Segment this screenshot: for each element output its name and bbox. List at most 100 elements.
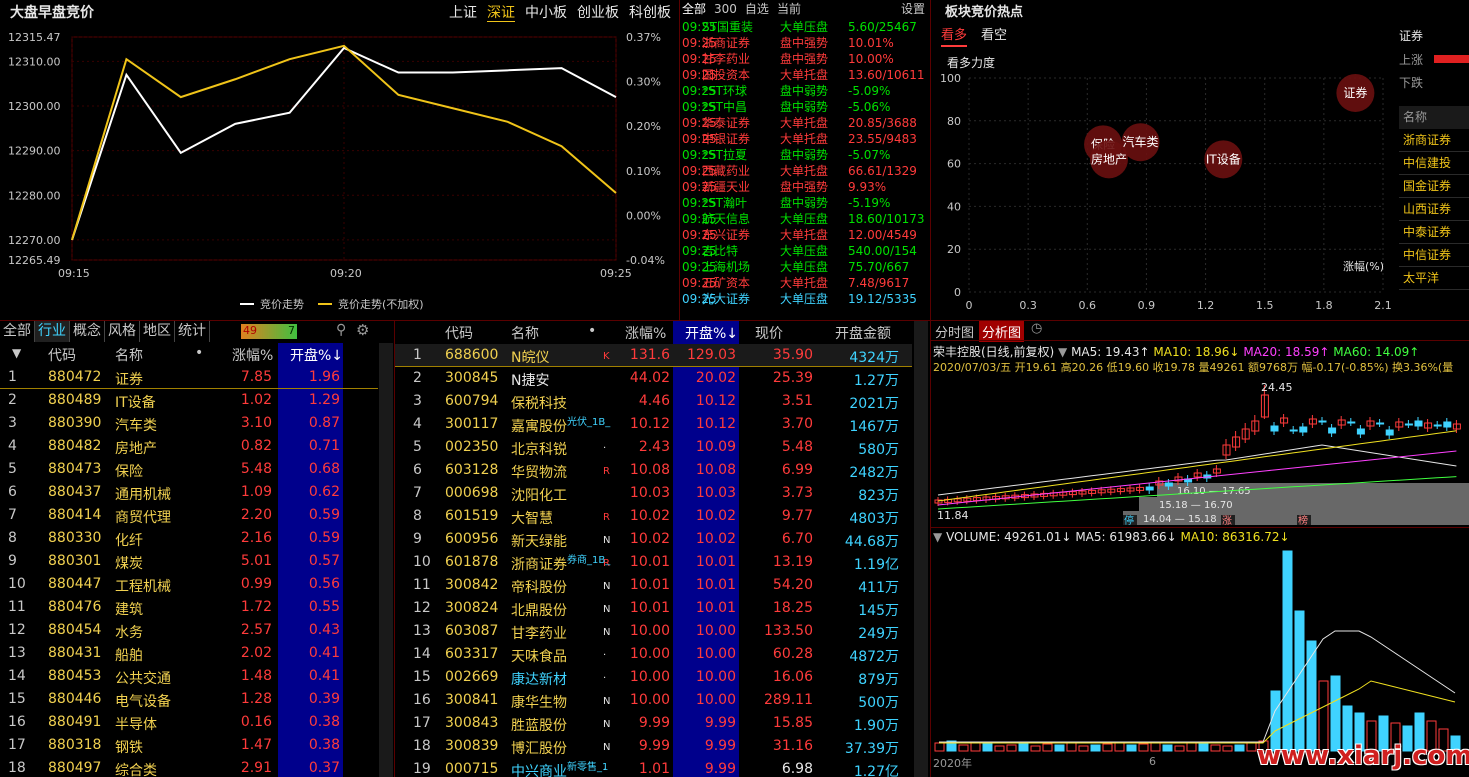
tab-analysis[interactable]: 分析图 [979,321,1025,342]
collapse-icon[interactable]: ▼ [933,530,942,544]
side-item[interactable]: 国金证券 [1399,175,1469,198]
sector-row[interactable]: 1 880472 证券 7.85 1.96 [0,366,378,389]
stock-col-header[interactable]: 代码 [445,323,473,343]
bubble[interactable]: 房地产 [1089,140,1128,179]
stock-col-header[interactable]: 涨幅% [625,323,666,343]
event-row[interactable]: 09:25 上海机场 大单压盘 75.70/667 [682,259,927,275]
sector-row[interactable]: 3 880390 汽车类 3.10 0.87 [0,412,378,435]
stock-row[interactable]: 14 603317 天味食品 · 10.00 10.00 60.28 4872万 [395,643,912,666]
event-tab-2[interactable]: 自选 [745,2,769,16]
side-item[interactable]: 中泰证券 [1399,221,1469,244]
sector-row[interactable]: 7 880414 商贸代理 2.20 0.59 [0,504,378,527]
sector-row[interactable]: 13 880431 船舶 2.02 0.41 [0,642,378,665]
sector-row[interactable]: 12 880454 水务 2.57 0.43 [0,619,378,642]
stock-row[interactable]: 6 603128 华贸物流 R 10.08 10.08 6.99 2482万 [395,459,912,482]
auction-tab-3[interactable]: 创业板 [577,5,619,21]
auction-tab-4[interactable]: 科创板 [629,5,671,21]
sector-row[interactable]: 10 880447 工程机械 0.99 0.56 [0,573,378,596]
event-row[interactable]: 09:25 *ST中昌 盘中弱势 -5.06% [682,99,927,115]
sector-tab-1[interactable]: 行业 [35,321,70,342]
stock-row[interactable]: 10 601878 浙商证券 R 10.01 10.01 13.19 1.19亿 券商_1B_ [395,551,912,574]
stock-col-header[interactable]: 开盘金额 [835,323,891,343]
stock-row[interactable]: 4 300117 嘉寓股份 10.12 10.12 3.70 1467万 光伏_1B_ [395,413,912,436]
sector-row[interactable]: 9 880301 煤炭 5.01 0.57 [0,550,378,573]
collapse-icon[interactable]: ▼ [1058,345,1067,359]
event-row[interactable]: 09:25 五矿资本 大单托盘 7.48/9617 [682,275,927,291]
stock-row[interactable]: 18 300839 博汇股份 N 9.99 9.99 31.16 37.39万 [395,735,912,758]
sector-tab-2[interactable]: 概念 [70,321,105,342]
event-row[interactable]: 09:25 西藏药业 大单托盘 66.61/1329 [682,163,927,179]
tab-timeshare[interactable]: 分时图 [935,322,974,341]
event-row[interactable]: 09:25 浙商证券 盘中强势 10.01% [682,35,927,51]
event-row[interactable]: 09:25 甘李药业 盘中强势 10.00% [682,51,927,67]
event-tab-1[interactable]: 300 [714,2,737,16]
sector-row[interactable]: 6 880437 通用机械 1.09 0.62 [0,481,378,504]
sector-col-header[interactable]: • [195,345,203,361]
stock-row[interactable]: 8 601519 大智慧 R 10.02 10.02 9.77 4803万 [395,505,912,528]
tab-bull[interactable]: 看多 [941,24,968,47]
stock-row[interactable]: 15 002669 康达新材 · 10.00 10.00 16.06 879万 [395,666,912,689]
side-item[interactable]: 浙商证券 [1399,129,1469,152]
event-tab-3[interactable]: 当前 [777,2,801,16]
sector-row[interactable]: 15 880446 电气设备 1.28 0.39 [0,688,378,711]
stock-col-header[interactable]: 现价 [755,323,783,343]
stock-row[interactable]: 12 300824 北鼎股份 N 10.01 10.01 18.25 145万 [395,597,912,620]
sector-col-header[interactable]: 开盘%↓ [290,345,343,365]
event-row[interactable]: 09:25 中银证券 大单托盘 23.55/9483 [682,131,927,147]
sector-row[interactable]: 5 880473 保险 5.48 0.68 [0,458,378,481]
tab-bear[interactable]: 看空 [981,24,1007,43]
side-item[interactable]: 中信建投 [1399,152,1469,175]
side-item[interactable]: 太平洋 [1399,267,1469,290]
event-row[interactable]: 09:25 光大证券 大单压盘 19.12/5335 [682,291,927,307]
bubble[interactable]: 证券 [1336,73,1375,112]
scrollbar[interactable] [379,343,393,777]
stock-col-header[interactable]: 名称 [511,323,539,343]
stock-row[interactable]: 13 603087 甘李药业 N 10.00 10.00 133.50 249万 [395,620,912,643]
event-row[interactable]: 09:25 航天信息 大单压盘 18.60/10173 [682,211,927,227]
stock-col-header[interactable]: • [588,323,596,339]
event-row[interactable]: 09:25 国投资本 大单托盘 13.60/10611 [682,67,927,83]
sector-row[interactable]: 14 880453 公共交通 1.48 0.41 [0,665,378,688]
settings-button[interactable]: 设置 [901,0,925,17]
event-row[interactable]: 09:25 ST国重装 大单压盘 5.60/25467 [682,19,927,35]
event-row[interactable]: 09:25 *ST瀚叶 盘中弱势 -5.19% [682,195,927,211]
search-icon[interactable]: ⚲ [336,322,346,338]
sector-row[interactable]: 17 880318 钢铁 1.47 0.38 [0,734,378,757]
stock-row[interactable]: 9 600956 新天绿能 N 10.02 10.02 6.70 44.68万 [395,528,912,551]
sector-tab-5[interactable]: 统计 [175,321,210,342]
scrollbar[interactable] [914,321,928,777]
sector-col-header[interactable]: 名称 [115,345,143,365]
auction-tab-2[interactable]: 中小板 [525,5,567,21]
clock-icon[interactable]: ◷ [1031,321,1042,336]
side-item[interactable]: 山西证券 [1399,198,1469,221]
stock-row[interactable]: 5 002350 北京科锐 · 2.43 10.09 5.48 580万 [395,436,912,459]
sector-row[interactable]: 8 880330 化纤 2.16 0.59 [0,527,378,550]
stock-row[interactable]: 3 600794 保税科技 4.46 10.12 3.51 2021万 [395,390,912,413]
sector-row[interactable]: 11 880476 建筑 1.72 0.55 [0,596,378,619]
sector-row[interactable]: 2 880489 IT设备 1.02 1.29 [0,389,378,412]
sector-row[interactable]: 18 880497 综合类 2.91 0.37 [0,757,378,777]
stock-row[interactable]: 7 000698 沈阳化工 10.03 10.03 3.73 823万 [395,482,912,505]
bubble[interactable]: IT设备 [1204,140,1243,179]
sector-row[interactable]: 4 880482 房地产 0.82 0.71 [0,435,378,458]
stock-row[interactable]: 11 300842 帝科股份 N 10.01 10.01 54.20 411万 [395,574,912,597]
stock-row[interactable]: 17 300843 胜蓝股份 N 9.99 9.99 15.85 1.90万 [395,712,912,735]
event-tab-0[interactable]: 全部 [682,2,706,16]
gear-icon[interactable]: ⚙ [356,321,369,339]
event-row[interactable]: 09:25 新疆天业 盘中强势 9.93% [682,179,927,195]
stock-row[interactable]: 2 300845 N捷安 44.02 20.02 25.39 1.27万 [395,367,912,390]
sector-tab-3[interactable]: 风格 [105,321,140,342]
auction-tab-0[interactable]: 上证 [449,5,477,21]
auction-tab-1[interactable]: 深证 [487,5,515,22]
sector-tab-0[interactable]: 全部 [0,321,35,342]
event-row[interactable]: 09:25 华泰证券 大单托盘 20.85/3688 [682,115,927,131]
stock-row[interactable]: 16 300841 康华生物 N 10.00 10.00 289.11 500万 [395,689,912,712]
sector-tab-4[interactable]: 地区 [140,321,175,342]
event-row[interactable]: 09:25 *ST环球 盘中弱势 -5.09% [682,83,927,99]
sector-row[interactable]: 16 880491 半导体 0.16 0.38 [0,711,378,734]
stock-col-header[interactable]: 开盘%↓ [685,323,738,343]
event-row[interactable]: 09:25 东兴证券 大单托盘 12.00/4549 [682,227,927,243]
side-item[interactable]: 中信证券 [1399,244,1469,267]
sector-col-header[interactable]: 涨幅% [232,345,273,365]
stock-row[interactable]: 1 688600 N皖仪 K 131.6 129.03 35.90 4324万 [395,344,912,367]
